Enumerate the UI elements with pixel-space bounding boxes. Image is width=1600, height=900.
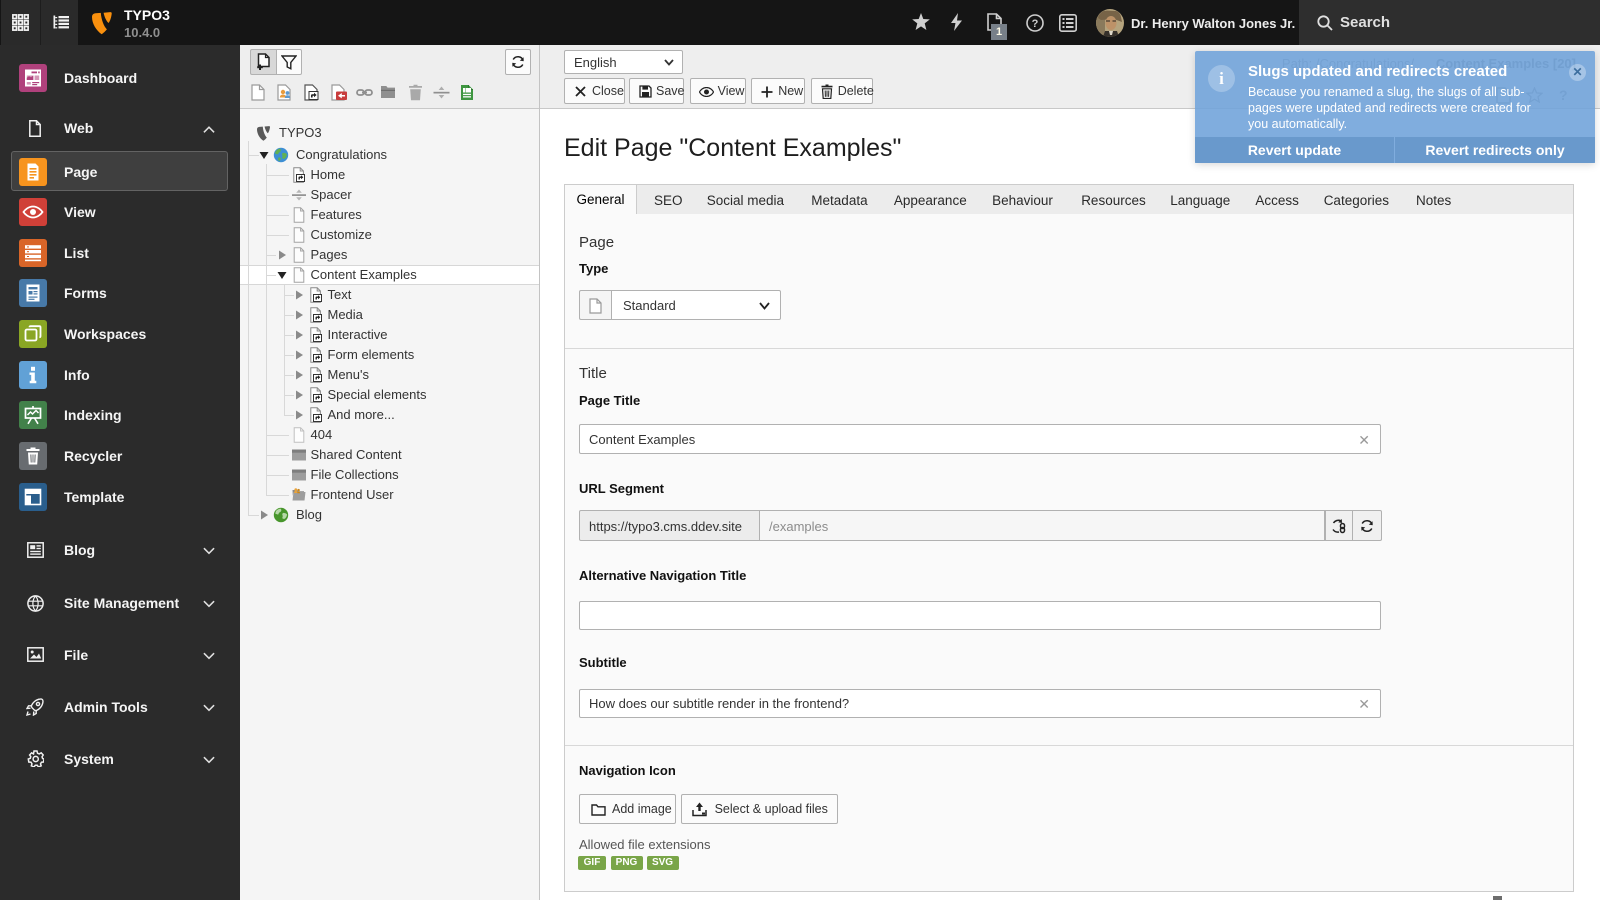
svg-text:?: ? xyxy=(1032,18,1039,30)
